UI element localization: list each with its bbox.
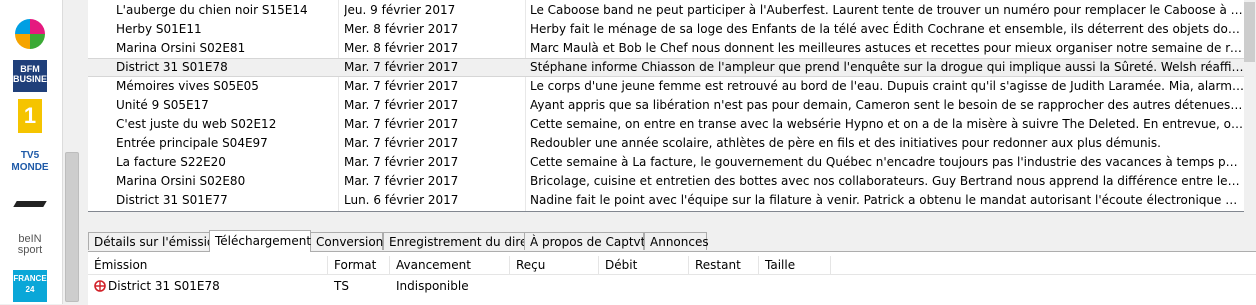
episode-row[interactable]: La facture S22E20 Mar. 7 février 2017 Cett… — [88, 153, 1244, 172]
tab-live-recording[interactable]: Enregistrement du direct — [383, 232, 539, 250]
tab-about[interactable]: À propos de Captvty — [524, 232, 652, 250]
episode-title: Entrée principale S04E97 — [116, 136, 268, 150]
episode-row[interactable]: C'est juste du web S02E12 Mar. 7 février … — [88, 115, 1244, 134]
channel-scrollbar-thumb[interactable] — [65, 152, 79, 302]
download-panel: Émission Format Avancement Reçu Débit Restant… — [88, 251, 1256, 305]
episode-list-scrollbar-thumb[interactable] — [1244, 2, 1255, 62]
header-size[interactable]: Taille — [759, 256, 831, 274]
header-remaining[interactable]: Restant — [689, 256, 759, 274]
episode-description: Cette semaine à La facture, le gouvernem… — [530, 155, 1244, 169]
episode-description: Bricolage, cuisine et entretien des bott… — [530, 174, 1244, 188]
download-row[interactable]: District 31 S01E78 TS Indisponible — [88, 276, 1256, 296]
episode-description: Marc Maulà et Bob le Chef nous donnent l… — [530, 41, 1244, 55]
episode-list: L'auberge du chien noir S15E14 Jeu. 9 fév… — [88, 0, 1245, 212]
bfm-business-logo[interactable]: BFM BUSINESS — [11, 60, 59, 92]
channel-1-logo[interactable]: 1 — [11, 99, 49, 133]
channel-list: BFM BUSINESS 1 TV5 MONDE beIN sport FRANCE 2… — [0, 0, 62, 304]
episode-row[interactable]: Marina Orsini S02E81 Mer. 8 février 2017 M… — [88, 39, 1244, 58]
episode-row[interactable]: Marina Orsini S02E80 Mar. 7 février 2017 B… — [88, 172, 1244, 191]
episode-date: Mar. 7 février 2017 — [344, 136, 459, 150]
download-emission: District 31 S01E78 — [88, 276, 220, 296]
tab-download[interactable]: Téléchargement — [209, 230, 311, 252]
episode-description: Nadine fait le point avec l'équipe sur l… — [530, 193, 1244, 207]
episode-row[interactable]: District 31 S01E77 Lun. 6 février 2017 Nad… — [88, 191, 1244, 210]
header-progress[interactable]: Avancement — [390, 256, 510, 274]
episode-title: L'auberge du chien noir S15E14 — [116, 3, 308, 17]
bottom-tabs: Détails sur l'émission Téléchargement Conv… — [88, 230, 1256, 252]
episode-title: C'est juste du web S02E12 — [116, 117, 277, 131]
channel-a-logo[interactable] — [11, 18, 49, 50]
episode-date: Mer. 8 février 2017 — [344, 41, 459, 55]
download-table-header: Émission Format Avancement Reçu Débit Restant… — [88, 256, 1256, 275]
radio-canada-icon — [94, 280, 106, 292]
episode-date: Mer. 8 février 2017 — [344, 22, 459, 36]
episode-row[interactable]: District 31 S01E78 Mar. 7 février 2017 Sté… — [88, 58, 1244, 77]
episode-row[interactable]: Mémoires vives S05E05 Mar. 7 février 2017… — [88, 77, 1244, 96]
episode-row[interactable]: Herby S01E11 Mer. 8 février 2017 Herby fai… — [88, 20, 1244, 39]
header-emission[interactable]: Émission — [88, 256, 328, 274]
episode-description: Le corps d'une jeune femme est retrouvé … — [530, 79, 1244, 93]
tab-ads[interactable]: Annonces — [644, 232, 709, 250]
episode-description: Cette semaine, on entre en transe avec l… — [530, 117, 1244, 131]
episode-description: Ayant appris que sa libération n'est pas… — [530, 98, 1244, 112]
bein-sport-logo[interactable]: beIN sport — [11, 229, 49, 261]
channel-scrollbar[interactable] — [62, 0, 80, 304]
episode-title: Herby S01E11 — [116, 22, 202, 36]
tv5-monde-logo[interactable]: TV5 MONDE — [11, 146, 49, 178]
download-progress: Indisponible — [396, 279, 469, 293]
download-format: TS — [334, 279, 349, 293]
episode-list-scrollbar[interactable] — [1244, 0, 1256, 212]
episode-description: Le Caboose band ne peut participer à l'A… — [530, 3, 1244, 17]
episode-title: District 31 S01E78 — [116, 60, 228, 74]
episode-title: Mémoires vives S05E05 — [116, 79, 259, 93]
episode-row[interactable]: Unité 9 S05E17 Mar. 7 février 2017 Ayant a… — [88, 96, 1244, 115]
episode-title: District 31 S01E77 — [116, 193, 228, 207]
episode-date: Jeu. 9 février 2017 — [344, 3, 456, 17]
episode-title: La facture S22E20 — [116, 155, 226, 169]
episode-description: Redoubler une année scolaire, athlètes d… — [530, 136, 1161, 150]
episode-title: Unité 9 S05E17 — [116, 98, 209, 112]
header-received[interactable]: Reçu — [510, 256, 599, 274]
episode-title: Marina Orsini S02E80 — [116, 174, 246, 188]
episode-description: Stéphane informe Chiasson de l'ampleur q… — [530, 60, 1244, 74]
episode-date: Mar. 7 février 2017 — [344, 98, 459, 112]
france-24-logo[interactable]: FRANCE 24 — [11, 270, 49, 302]
channel-swoosh-logo[interactable] — [11, 188, 49, 220]
episode-date: Mar. 7 février 2017 — [344, 155, 459, 169]
episode-row[interactable]: L'auberge du chien noir S15E14 Jeu. 9 fév… — [88, 1, 1244, 20]
episode-date: Mar. 7 février 2017 — [344, 174, 459, 188]
episode-row[interactable]: Entrée principale S04E97 Mar. 7 février 2… — [88, 134, 1244, 153]
episode-description: Herby fait le ménage de sa loge des Enfa… — [530, 22, 1244, 36]
tab-conversion[interactable]: Conversion — [310, 232, 383, 250]
header-rate[interactable]: Débit — [599, 256, 689, 274]
episode-date: Mar. 7 février 2017 — [344, 79, 459, 93]
episode-date: Lun. 6 février 2017 — [344, 193, 459, 207]
episode-title: Marina Orsini S02E81 — [116, 41, 246, 55]
download-emission-label: District 31 S01E78 — [108, 279, 220, 293]
tab-details[interactable]: Détails sur l'émission — [88, 232, 222, 250]
episode-date: Mar. 7 février 2017 — [344, 60, 459, 74]
episode-date: Mar. 7 février 2017 — [344, 117, 459, 131]
header-format[interactable]: Format — [328, 256, 390, 274]
